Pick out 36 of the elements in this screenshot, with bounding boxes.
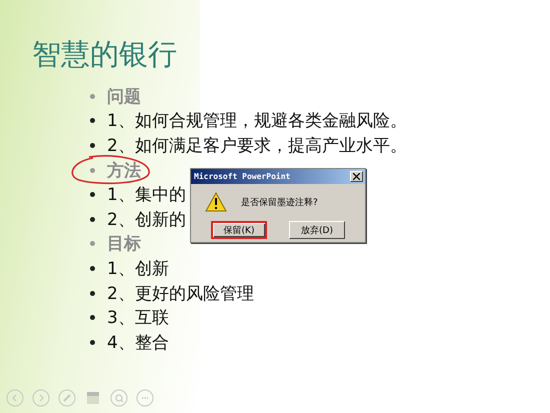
- bullet-text: 1、如何合规管理，规避各类金融风险。: [107, 110, 407, 132]
- section-heading: 问题: [107, 86, 141, 108]
- zoom-icon[interactable]: [110, 389, 128, 407]
- bullet-icon: [90, 142, 95, 148]
- bullet-icon: [90, 168, 95, 173]
- dialog-button[interactable]: 保留(K): [211, 221, 267, 239]
- dialog-button[interactable]: 放弃(D): [289, 221, 345, 239]
- dialog-message: 是否保留墨迹注释?: [241, 196, 318, 208]
- bullet-text: 3、互联: [107, 307, 169, 330]
- close-button[interactable]: [350, 171, 363, 182]
- more-icon[interactable]: [136, 389, 154, 407]
- pen-icon[interactable]: [58, 389, 76, 407]
- dialog-title: Microsoft PowerPoint: [194, 172, 290, 181]
- bullet-icon: [90, 216, 95, 222]
- bullet-icon: [90, 94, 95, 99]
- bullet-text: 2、如何满足客户要求，提高产业水平。: [107, 134, 407, 157]
- bullet-text: 2、更好的风险管理: [107, 282, 254, 305]
- section-heading: 目标: [107, 233, 141, 256]
- bullet-text: 4、整合: [107, 332, 169, 354]
- close-icon: [353, 173, 360, 180]
- bullet-text: 1、创新: [107, 258, 169, 280]
- bullet-icon: [90, 192, 95, 198]
- slide-title: 智慧的银行: [32, 36, 177, 72]
- bullet-icon: [90, 266, 95, 271]
- section-heading: 方法: [107, 158, 141, 182]
- bullet-text: 2、创新的: [107, 208, 186, 231]
- slide-icon[interactable]: [84, 389, 102, 407]
- bullet-icon: [90, 315, 95, 320]
- next-icon[interactable]: [32, 389, 50, 407]
- previous-icon[interactable]: [6, 389, 24, 407]
- warning-icon: [205, 192, 227, 212]
- bullet-icon: [90, 290, 95, 296]
- bullet-icon: [90, 241, 95, 246]
- bullet-text: 1、集中的: [107, 184, 186, 206]
- bullet-icon: [90, 118, 95, 124]
- bullet-icon: [90, 340, 95, 345]
